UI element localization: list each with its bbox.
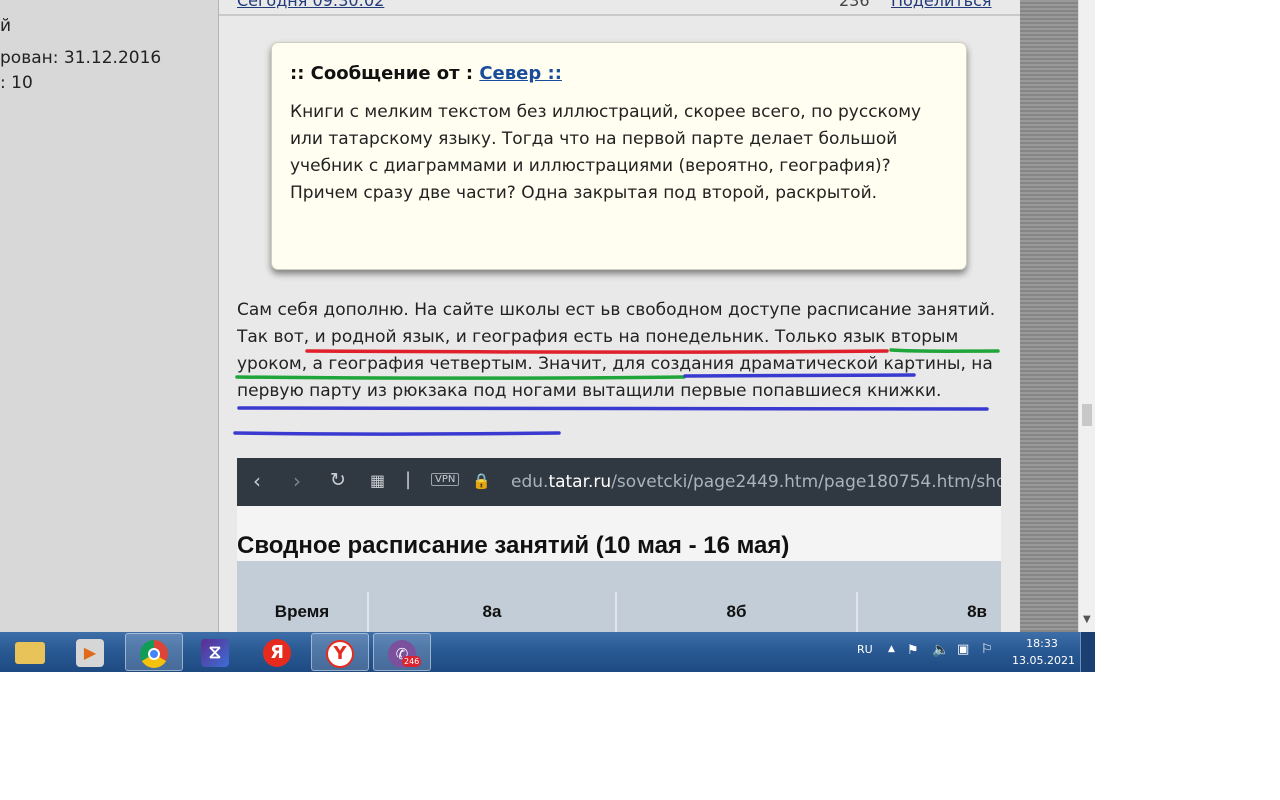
scrollbar-thumb[interactable] [1082, 404, 1092, 426]
user-name-fragment: й [0, 16, 12, 36]
registration-date: рован: 31.12.2016 [0, 48, 162, 68]
language-indicator[interactable]: RU [857, 643, 873, 656]
taskbar-visual-studio-button[interactable]: ⧖ [187, 633, 245, 671]
yandex-icon: Я [263, 639, 291, 667]
vpn-badge: VPN [431, 473, 460, 486]
forward-icon: › [293, 469, 301, 493]
scroll-down-arrow-icon[interactable]: ▼ [1083, 614, 1091, 625]
taskbar-yandex-browser-button[interactable]: Y [311, 633, 369, 671]
lock-icon: 🔒 [472, 472, 491, 490]
show-desktop-button[interactable] [1080, 632, 1095, 672]
url-domain: edu. [511, 472, 549, 492]
user-info-panel: й рован: 31.12.2016 : 10 [0, 0, 219, 632]
taskbar-chrome-button[interactable] [125, 633, 183, 671]
show-hidden-icons[interactable]: ▲ [888, 644, 895, 654]
quote-prefix: :: Сообщение от : [290, 63, 480, 84]
post-header-strip: Сегодня 09:30:02 236 Поделиться [219, 0, 1020, 16]
schedule-screenshot: ‹ › ↻ ▦ | VPN 🔒 edu.tatar.ru/sovetcki/pa… [237, 458, 1001, 632]
column-header-time: Время [274, 602, 330, 621]
post-number: 236 [839, 0, 870, 10]
clock-time: 18:33 [1026, 637, 1058, 650]
schedule-table: Время 8а 8б 8в [237, 561, 1001, 632]
schedule-title: Сводное расписание занятий (10 мая - 16 … [237, 532, 790, 559]
quote-header: :: Сообщение от : Север :: [290, 63, 948, 84]
taskbar-explorer-button[interactable] [2, 633, 60, 671]
url-domain-bold: tatar.ru [548, 472, 612, 492]
viber-unread-badge: 246 [402, 656, 422, 667]
volume-icon[interactable]: 🔈 [932, 642, 949, 658]
taskbar-clock[interactable]: 18:33 13.05.2021 [1012, 635, 1075, 669]
taskbar-yandex-button[interactable]: Я [249, 633, 307, 671]
column-header-8b: 8б [615, 592, 856, 632]
taskbar-viber-button[interactable]: ✆ 246 [373, 633, 431, 671]
back-icon: ‹ [253, 469, 261, 493]
display-icon[interactable]: ▣ [957, 642, 969, 657]
quote-box: :: Сообщение от : Север :: Книги с мелки… [271, 42, 967, 270]
media-player-icon: ▶ [76, 639, 104, 667]
windows-taskbar: ▶ ⧖ Я Y ✆ 246 RU ▲ ⚑ 🔈 ▣ ⚐ 18:33 13.05.2… [0, 632, 1095, 672]
yandex-browser-icon: Y [326, 640, 354, 668]
action-center-icon[interactable]: ⚑ [907, 643, 919, 658]
share-link[interactable]: Поделиться [891, 0, 992, 10]
column-header-8a: 8а [367, 592, 615, 632]
quote-text: Книги с мелким текстом без иллюстраций, … [290, 102, 922, 203]
network-icon[interactable]: ⚐ [981, 642, 993, 657]
clock-date: 13.05.2021 [1012, 654, 1075, 667]
chrome-icon [140, 640, 168, 668]
visual-studio-icon: ⧖ [201, 639, 229, 667]
page-side-background [1020, 0, 1078, 632]
taskbar-media-player-button[interactable]: ▶ [62, 633, 120, 671]
browser-toolbar: ‹ › ↻ ▦ | VPN 🔒 edu.tatar.ru/sovetcki/pa… [237, 458, 1001, 506]
column-header-8v: 8в [856, 592, 1001, 632]
post-content: Сегодня 09:30:02 236 Поделиться :: Сообщ… [219, 0, 1020, 632]
address-url: edu.tatar.ru/sovetcki/page2449.htm/page1… [511, 472, 1001, 492]
folder-icon [15, 642, 45, 664]
vertical-scrollbar[interactable]: ▼ [1078, 0, 1095, 632]
screen: й рован: 31.12.2016 : 10 Сегодня 09:30:0… [0, 0, 1095, 672]
reload-icon: ↻ [330, 469, 346, 491]
post-text: Сам себя дополню. На сайте школы ест ьв … [237, 300, 996, 401]
quote-author-link[interactable]: Север :: [479, 63, 562, 84]
tabs-grid-icon: ▦ [370, 471, 386, 490]
url-path: /sovetcki/page2449.htm/page180754.htm/sh… [611, 472, 1001, 492]
separator-icon: | [405, 469, 412, 490]
message-count: : 10 [0, 73, 33, 93]
post-date-link[interactable]: Сегодня 09:30:02 [237, 0, 384, 10]
